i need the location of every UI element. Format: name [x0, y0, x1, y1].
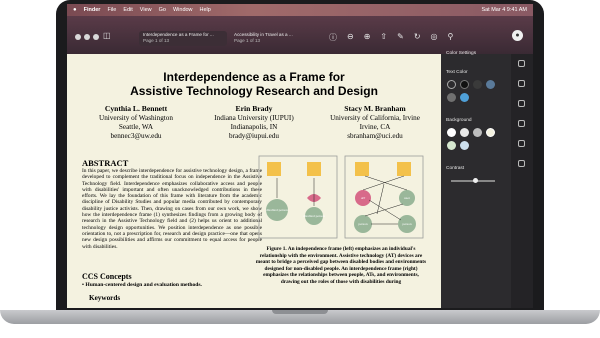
background-swatch[interactable]: [447, 141, 456, 150]
zoom-window-button[interactable]: [93, 34, 99, 40]
rotate-icon[interactable]: ↻: [414, 32, 421, 43]
author-location: Irvine, CA: [359, 123, 391, 131]
author-email: sbranham@uci.edu: [347, 132, 403, 140]
author-name: Cynthia L. Bennett: [104, 104, 168, 113]
text-color-label: Text Color: [446, 70, 468, 75]
text-color-swatch[interactable]: [473, 80, 482, 89]
close-window-button[interactable]: [75, 34, 81, 40]
menu-window[interactable]: Window: [173, 7, 193, 13]
sidebar-toggle-icon[interactable]: ◫: [103, 31, 117, 41]
background-swatch[interactable]: [460, 141, 469, 150]
author-email: bennec3@uw.edu: [110, 132, 162, 140]
menu-go[interactable]: Go: [159, 7, 166, 13]
markup-icon[interactable]: ◎: [431, 32, 438, 43]
screen: ● Finder File Edit View Go Window Help S…: [67, 4, 533, 308]
figure-right-person-label: person: [358, 222, 368, 226]
author-location: Seattle, WA: [118, 123, 154, 131]
menu-edit[interactable]: Edit: [123, 7, 132, 13]
author-name: Stacy M. Branham: [344, 104, 406, 113]
panel-font-icon[interactable]: [518, 80, 525, 87]
laptop-notch: [272, 310, 328, 314]
keywords-heading: Keywords: [89, 294, 121, 302]
background-swatch-selected[interactable]: [486, 128, 495, 137]
figure-1: disabled person disabled person AT user …: [258, 155, 424, 239]
ccs-heading: CCS Concepts: [82, 272, 132, 281]
search-icon[interactable]: ⚲: [448, 32, 454, 43]
minimize-window-button[interactable]: [84, 34, 90, 40]
paper-title-line2: Assistive Technology Research and Design: [130, 84, 378, 98]
author-name: Erin Brady: [235, 104, 273, 113]
figure-right-user-label: user: [404, 196, 411, 200]
menubar-clock: Sat Mar 4 9:41 AM: [481, 7, 527, 13]
panel-title: Color Settings: [446, 51, 477, 56]
author-1: Cynthia L. Bennett University of Washing…: [81, 104, 191, 141]
panel-color-icon[interactable]: [518, 100, 525, 107]
tab-page: Page 1 of 13: [234, 38, 261, 43]
author-location: Indianapolis, IN: [230, 123, 278, 131]
window-controls: [75, 34, 99, 40]
figure-caption: Figure 1. An independence frame (left) e…: [255, 246, 427, 285]
panel-more-icon[interactable]: [518, 160, 525, 167]
author-3: Stacy M. Branham University of Californi…: [313, 104, 437, 141]
figure-left-env-left: [267, 162, 281, 176]
menu-file[interactable]: File: [107, 7, 116, 13]
paper-title-line1: Interdependence as a Frame for: [163, 70, 345, 84]
panel-settings-icon[interactable]: [518, 60, 525, 67]
right-tool-rail: [511, 54, 533, 308]
abstract-text: In this paper, we describe interdependen…: [82, 168, 262, 250]
author-affiliation: Indiana University (IUPUI): [214, 114, 294, 122]
tab-inactive[interactable]: Accessibility in Travel as a ... Page 1 …: [230, 31, 322, 46]
author-email: brady@iupui.edu: [229, 132, 279, 140]
menu-bar: ● Finder File Edit View Go Window Help S…: [67, 4, 533, 16]
panel-speech-icon[interactable]: [518, 140, 525, 147]
contrast-slider-knob[interactable]: [472, 178, 478, 183]
figure-left-person-label: disabled person: [266, 208, 288, 212]
highlight-icon[interactable]: ✎: [397, 32, 404, 43]
apple-menu-icon[interactable]: ●: [73, 7, 77, 13]
window-toolbar: ◫ Interdependence as a Frame for ... Pag…: [67, 16, 533, 54]
paper-title: Interdependence as a Frame for Assistive…: [67, 70, 441, 98]
menu-app-name[interactable]: Finder: [84, 7, 101, 13]
menu-view[interactable]: View: [140, 7, 152, 13]
background-swatch[interactable]: [460, 128, 469, 137]
zoom-out-icon[interactable]: ⊖: [347, 32, 354, 43]
account-icon[interactable]: ●: [512, 30, 523, 41]
text-color-swatch[interactable]: [460, 80, 469, 89]
text-color-swatch[interactable]: [447, 80, 456, 89]
figure-left-user-label: disabled person: [303, 214, 325, 218]
color-settings-panel: Color Settings Text Color Background Con…: [441, 51, 511, 308]
author-2: Erin Brady Indiana University (IUPUI) In…: [197, 104, 311, 141]
text-color-swatch[interactable]: [447, 93, 456, 102]
zoom-in-icon[interactable]: ⊕: [364, 32, 371, 43]
figure-right-person-label: person: [402, 222, 412, 226]
background-swatch[interactable]: [473, 128, 482, 137]
share-icon[interactable]: ⇧: [380, 32, 387, 43]
tab-page: Page 1 of 13: [143, 38, 170, 43]
author-affiliation: University of Washington: [99, 114, 173, 122]
figure-right-env-right: [397, 162, 411, 176]
text-color-swatch[interactable]: [460, 93, 469, 102]
figure-right-env-left: [355, 162, 369, 176]
contrast-label: Contrast: [446, 166, 465, 171]
panel-layout-icon[interactable]: [518, 120, 525, 127]
background-swatch[interactable]: [447, 128, 456, 137]
figure-left-env-right: [307, 162, 321, 176]
toolbar-icons: ⓘ ⊖ ⊕ ⇧ ✎ ↻ ◎ ⚲: [329, 32, 453, 43]
info-icon[interactable]: ⓘ: [329, 32, 337, 43]
background-label: Background: [446, 118, 472, 123]
author-affiliation: University of California, Irvine: [330, 114, 420, 122]
tab-active[interactable]: Interdependence as a Frame for ... Page …: [139, 31, 227, 46]
ccs-item: • Human-centered design and evaluation m…: [82, 282, 202, 288]
abstract-heading: ABSTRACT: [82, 158, 129, 168]
text-color-swatch[interactable]: [486, 80, 495, 89]
pdf-page: Interdependence as a Frame for Assistive…: [67, 54, 441, 308]
menu-help[interactable]: Help: [200, 7, 211, 13]
